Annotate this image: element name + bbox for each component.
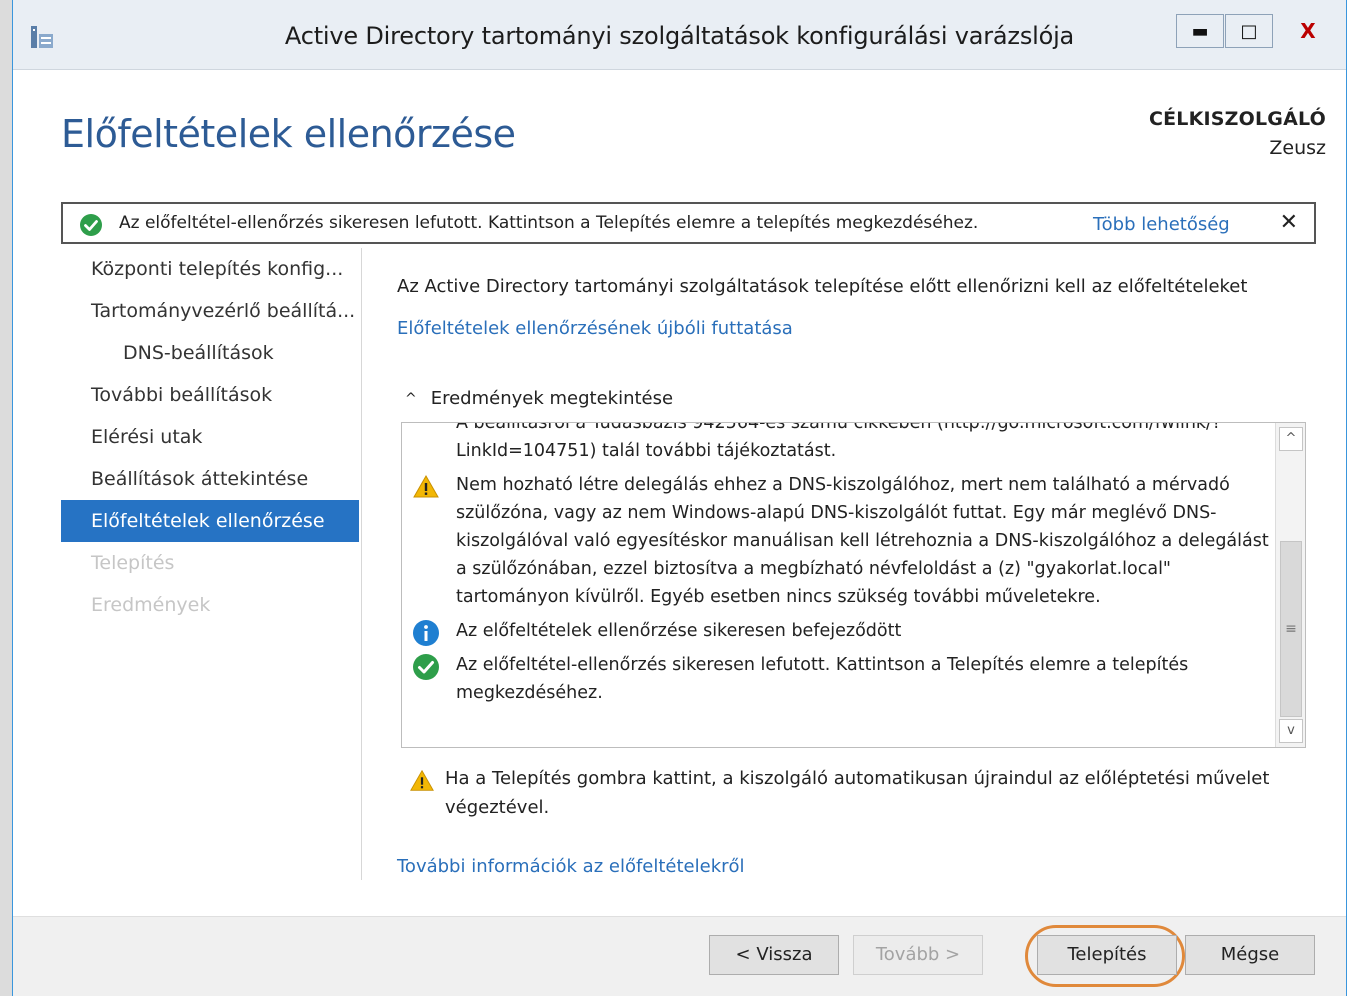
warning-icon (413, 474, 439, 498)
result-message: A beállításról a Tudásbázis 942564-es sz… (402, 422, 1272, 465)
target-server-name: Zeusz (1269, 137, 1326, 159)
nav-divider (361, 248, 362, 880)
result-message: Az előfeltétel-ellenőrzés sikeresen lefu… (402, 651, 1272, 707)
maximize-button[interactable]: □ (1225, 14, 1273, 48)
nav-item-deployment-config[interactable]: Központi telepítés konfig... (61, 248, 359, 290)
more-info-link[interactable]: További információk az előfeltételekről (397, 856, 745, 877)
back-button[interactable]: < Vissza (709, 935, 839, 975)
target-server-label: CÉLKISZOLGÁLÓ (1148, 108, 1326, 130)
nav-item-additional-options[interactable]: További beállítások (61, 374, 359, 416)
nav-item-paths[interactable]: Elérési utak (61, 416, 359, 458)
nav-item-installation: Telepítés (91, 552, 175, 574)
cancel-button[interactable]: Mégse (1185, 935, 1315, 975)
nav-item-review-options[interactable]: Beállítások áttekintése (61, 458, 359, 500)
results-expander[interactable]: ^ Eredmények megtekintése (405, 388, 673, 409)
intro-text: Az Active Directory tartományi szolgálta… (397, 276, 1248, 297)
result-text: Nem hozható létre delegálás ehhez a DNS-… (456, 475, 1269, 607)
page-title: Előfeltételek ellenőrzése (61, 112, 516, 156)
results-list[interactable]: A beállításról a Tudásbázis 942564-es sz… (401, 422, 1306, 748)
result-text: Az előfeltételek ellenőrzése sikeresen b… (456, 621, 902, 641)
install-button[interactable]: Telepítés (1037, 935, 1177, 975)
restart-warning: Ha a Telepítés gombra kattint, a kiszolg… (409, 764, 1289, 822)
result-text: Az előfeltétel-ellenőrzés sikeresen lefu… (456, 655, 1189, 703)
result-message: Az előfeltételek ellenőrzése sikeresen b… (402, 617, 1272, 646)
title-bar[interactable]: Active Directory tartományi szolgáltatás… (13, 0, 1346, 70)
warning-icon (410, 769, 434, 791)
banner-text: Az előfeltétel-ellenőrzés sikeresen lefu… (119, 213, 979, 233)
nav-item-prerequisites-check[interactable]: Előfeltételek ellenőrzése (61, 500, 359, 542)
chevron-up-icon: ^ (405, 390, 417, 407)
rerun-prerequisites-link[interactable]: Előfeltételek ellenőrzésének újbóli futt… (397, 318, 793, 339)
info-icon (413, 620, 439, 646)
wizard-footer: < Vissza Tovább > Telepítés Mégse (13, 916, 1346, 996)
scroll-down-icon[interactable]: v (1279, 719, 1303, 743)
next-button: Tovább > (853, 935, 983, 975)
notification-banner: Az előfeltétel-ellenőrzés sikeresen lefu… (61, 202, 1316, 244)
success-icon (80, 214, 102, 236)
restart-warning-text: Ha a Telepítés gombra kattint, a kiszolg… (445, 768, 1270, 818)
scroll-thumb[interactable]: ≡ (1280, 541, 1302, 717)
nav-item-dns-options[interactable]: DNS-beállítások (61, 332, 359, 374)
result-message: Nem hozható létre delegálás ehhez a DNS-… (402, 471, 1272, 611)
window-title: Active Directory tartományi szolgáltatás… (284, 22, 1075, 50)
nav-item-dc-options[interactable]: Tartományvezérlő beállítá... (61, 290, 359, 332)
close-button[interactable]: X (1273, 14, 1343, 48)
success-icon (413, 654, 439, 680)
results-scrollbar[interactable]: ^ ≡ v (1275, 423, 1305, 747)
scroll-up-icon[interactable]: ^ (1279, 427, 1303, 451)
wizard-navigation: Központi telepítés konfig... Tartományve… (61, 248, 359, 878)
results-expander-label: Eredmények megtekintése (430, 388, 674, 409)
more-options-link[interactable]: Több lehetőség (1093, 214, 1230, 235)
result-text: A beállításról a Tudásbázis 942564-es sz… (456, 422, 1222, 461)
banner-close-icon[interactable]: ✕ (1280, 210, 1298, 235)
nav-item-results: Eredmények (91, 594, 211, 616)
wizard-window: Active Directory tartományi szolgáltatás… (12, 0, 1347, 996)
minimize-button[interactable]: ▬ (1176, 14, 1224, 48)
